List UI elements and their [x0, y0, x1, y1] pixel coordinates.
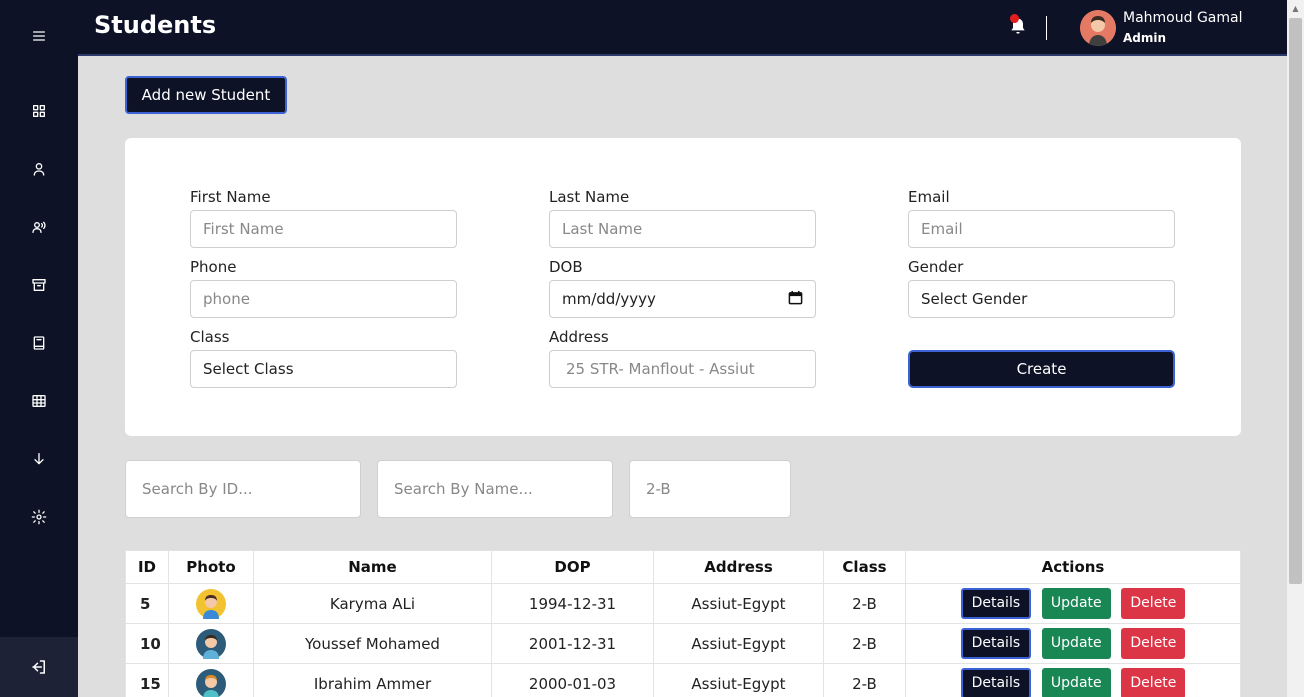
class-select[interactable]: Select Class: [190, 350, 457, 388]
row-name: Karyma ALi: [253, 583, 492, 624]
phone-label: Phone: [190, 258, 237, 276]
update-button[interactable]: Update: [1041, 588, 1111, 619]
row-id: 15: [125, 663, 169, 697]
row-class: 2-B: [823, 663, 906, 697]
row-photo-cell: [168, 663, 254, 697]
dashboard-icon[interactable]: [0, 91, 78, 131]
user-name: Mahmoud Gamal: [1123, 10, 1243, 26]
gear-icon[interactable]: [0, 497, 78, 537]
details-button[interactable]: Details: [960, 588, 1032, 619]
delete-button[interactable]: Delete: [1121, 588, 1186, 619]
table-header-row: ID Photo Name DOP Address Class Actions: [125, 550, 1241, 584]
gender-label: Gender: [908, 258, 964, 276]
row-address: Assiut-Egypt: [653, 623, 824, 664]
notification-bell-icon[interactable]: [1008, 14, 1030, 40]
row-name: Youssef Mohamed: [253, 623, 492, 664]
col-class: Class: [823, 550, 906, 584]
email-label: Email: [908, 188, 950, 206]
col-dop: DOP: [491, 550, 654, 584]
update-button[interactable]: Update: [1041, 668, 1111, 697]
delete-button[interactable]: Delete: [1121, 668, 1186, 697]
student-form: First Name Last Name Email Phone DOB mm/…: [125, 138, 1241, 436]
students-table: ID Photo Name DOP Address Class Actions …: [125, 550, 1241, 697]
row-address: Assiut-Egypt: [653, 663, 824, 697]
menu-icon[interactable]: [0, 16, 78, 56]
topbar: Students Mahmoud Gamal Admin: [78, 0, 1287, 56]
calendar-icon[interactable]: [788, 290, 803, 309]
col-photo: Photo: [168, 550, 254, 584]
book-icon[interactable]: [0, 323, 78, 363]
user-role: Admin: [1123, 31, 1167, 45]
address-label: Address: [549, 328, 609, 346]
table-row: 10 Youssef Mohamed 2001-12-31 Assiut-Egy…: [125, 623, 1241, 664]
archive-icon[interactable]: [0, 265, 78, 305]
dob-label: DOB: [549, 258, 583, 276]
header-divider: [1046, 16, 1047, 40]
row-class: 2-B: [823, 623, 906, 664]
row-class: 2-B: [823, 583, 906, 624]
search-by-class-input[interactable]: [629, 460, 791, 518]
col-actions: Actions: [905, 550, 1241, 584]
logout-icon[interactable]: [0, 637, 78, 697]
notification-dot: [1010, 14, 1019, 23]
phone-input[interactable]: [190, 280, 457, 318]
row-actions: Details Update Delete: [905, 663, 1241, 697]
row-dop: 1994-12-31: [491, 583, 654, 624]
dob-value: mm/dd/yyyy: [562, 290, 656, 308]
table-row: 5 Karyma ALi 1994-12-31 Assiut-Egypt 2-B…: [125, 583, 1241, 624]
last-name-input[interactable]: [549, 210, 816, 248]
update-button[interactable]: Update: [1041, 628, 1111, 659]
users-icon[interactable]: [0, 207, 78, 247]
page-scrollbar[interactable]: ▲: [1287, 0, 1304, 697]
col-id: ID: [125, 550, 169, 584]
col-name: Name: [253, 550, 492, 584]
arrow-down-icon[interactable]: [0, 439, 78, 479]
row-address: Assiut-Egypt: [653, 583, 824, 624]
gender-select[interactable]: Select Gender: [908, 280, 1175, 318]
scroll-up-icon[interactable]: ▲: [1287, 0, 1304, 16]
row-dop: 2000-01-03: [491, 663, 654, 697]
row-id: 10: [125, 623, 169, 664]
search-by-id-input[interactable]: [125, 460, 361, 518]
student-photo: [196, 668, 226, 697]
row-actions: Details Update Delete: [905, 623, 1241, 664]
student-photo: [196, 628, 226, 659]
student-photo: [196, 588, 226, 619]
students-table-wrapper: ID Photo Name DOP Address Class Actions …: [125, 550, 1241, 697]
address-input[interactable]: [549, 350, 816, 388]
row-name: Ibrahim Ammer: [253, 663, 492, 697]
table-row: 15 Ibrahim Ammer 2000-01-03 Assiut-Egypt…: [125, 663, 1241, 697]
add-new-student-button[interactable]: Add new Student: [125, 76, 287, 114]
first-name-label: First Name: [190, 188, 271, 206]
email-input[interactable]: [908, 210, 1175, 248]
details-button[interactable]: Details: [960, 668, 1032, 697]
row-photo-cell: [168, 583, 254, 624]
delete-button[interactable]: Delete: [1121, 628, 1186, 659]
row-id: 5: [125, 583, 169, 624]
last-name-label: Last Name: [549, 188, 630, 206]
row-actions: Details Update Delete: [905, 583, 1241, 624]
create-button[interactable]: Create: [908, 350, 1175, 388]
first-name-input[interactable]: [190, 210, 457, 248]
row-dop: 2001-12-31: [491, 623, 654, 664]
details-button[interactable]: Details: [960, 628, 1032, 659]
page-title: Students: [94, 11, 217, 39]
avatar[interactable]: [1080, 10, 1116, 46]
col-address: Address: [653, 550, 824, 584]
table-icon[interactable]: [0, 381, 78, 421]
sidebar: [0, 0, 78, 697]
class-label: Class: [190, 328, 230, 346]
scroll-thumb[interactable]: [1289, 18, 1302, 584]
search-by-name-input[interactable]: [377, 460, 613, 518]
user-icon[interactable]: [0, 149, 78, 189]
dob-input[interactable]: mm/dd/yyyy: [549, 280, 816, 318]
row-photo-cell: [168, 623, 254, 664]
